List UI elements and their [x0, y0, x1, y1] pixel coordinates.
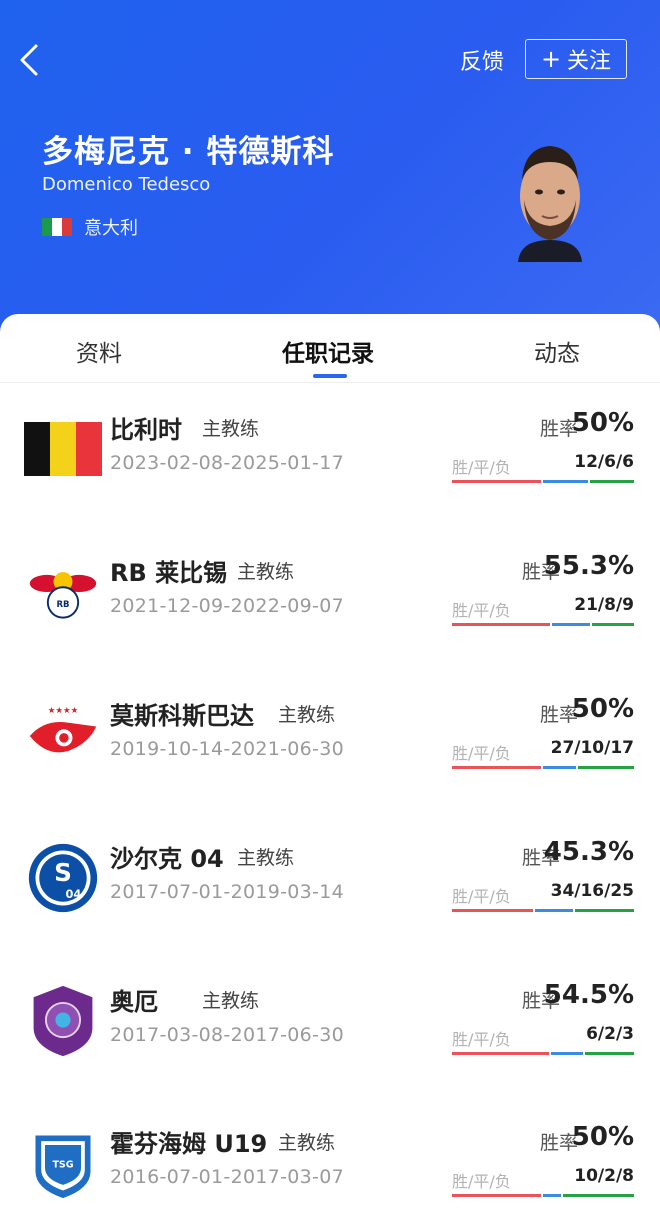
win-rate-value: 50% [571, 1122, 634, 1152]
role-label: 主教练 [278, 1132, 336, 1154]
team-name: 比利时 [110, 416, 182, 444]
win-rate-value: 55.3% [543, 551, 634, 581]
svg-text:★★★★: ★★★★ [48, 706, 79, 716]
tenure-dates: 2021-12-09-2022-09-07 [110, 595, 344, 617]
loss-segment [577, 766, 634, 769]
coach-header: 反馈 + 关注 多梅尼克 · 特德斯科 Domenico Tedesco 意大利 [0, 0, 660, 340]
loss-segment [591, 623, 634, 626]
rb-leipzig-logo-icon: RB [24, 553, 102, 631]
tenure-dates: 2019-10-14-2021-06-30 [110, 738, 344, 760]
win-rate-value: 50% [571, 408, 634, 438]
draw-segment [543, 480, 588, 483]
role-label: 主教练 [202, 418, 260, 440]
loss-segment [562, 1194, 634, 1197]
wdl-label: 胜/平/负 [452, 744, 511, 763]
tenure-dates: 2017-03-08-2017-06-30 [110, 1024, 344, 1046]
follow-button[interactable]: + 关注 [525, 39, 627, 79]
draw-segment [552, 623, 590, 626]
spartak-moscow-logo-icon: ★★★★ [24, 696, 102, 774]
wdl-value: 10/2/8 [574, 1166, 634, 1186]
role-label: 主教练 [237, 561, 295, 583]
avatar [518, 146, 582, 262]
tenure-dates: 2017-07-01-2019-03-14 [110, 881, 344, 903]
wdl-value: 27/10/17 [550, 738, 634, 758]
schalke-04-logo-icon: S 04 [24, 839, 102, 917]
win-segment [452, 909, 533, 912]
wdl-bar [452, 623, 634, 626]
draw-segment [534, 909, 573, 912]
coach-name-cn: 多梅尼克 · 特德斯科 [42, 134, 335, 170]
win-segment [452, 480, 541, 483]
team-name: 霍芬海姆 U19 [110, 1130, 268, 1158]
nationality: 意大利 [42, 214, 138, 240]
plus-icon: + [540, 45, 562, 73]
wdl-label: 胜/平/负 [452, 1172, 511, 1191]
role-label: 主教练 [237, 847, 295, 869]
tenure-dates: 2016-07-01-2017-03-07 [110, 1166, 344, 1188]
win-rate-value: 50% [571, 694, 634, 724]
tab-news[interactable]: 动态 [534, 334, 580, 368]
divider [0, 382, 660, 383]
win-rate-value: 45.3% [543, 837, 634, 867]
tenure-dates: 2023-02-08-2025-01-17 [110, 452, 344, 474]
win-segment [452, 766, 541, 769]
wdl-label: 胜/平/负 [452, 887, 511, 906]
draw-segment [543, 1194, 561, 1197]
team-name: 莫斯科斯巴达 [110, 702, 254, 730]
role-label: 主教练 [278, 704, 336, 726]
wdl-value: 34/16/25 [550, 881, 634, 901]
coach-name-en: Domenico Tedesco [42, 174, 211, 195]
win-segment [452, 1194, 541, 1197]
belgium-flag-icon [24, 410, 102, 488]
svg-text:RB: RB [56, 600, 69, 610]
team-name: 奥厄 [110, 988, 158, 1016]
follow-label: 关注 [567, 49, 612, 74]
back-button[interactable] [18, 42, 48, 78]
career-record[interactable]: 比利时 主教练 2023-02-08-2025-01-17 胜率 50% 胜/平/负 12/… [0, 408, 660, 552]
italy-flag-icon [42, 218, 72, 236]
loss-segment [589, 480, 634, 483]
draw-segment [551, 1052, 584, 1055]
wdl-value: 6/2/3 [586, 1024, 634, 1044]
career-record[interactable]: RB RB 莱比锡 主教练 2021-12-09-2022-09-07 胜率 55.3%… [0, 551, 660, 695]
active-tab-indicator [313, 374, 347, 378]
team-name: 沙尔克 04 [110, 845, 224, 873]
tab-bar: 资料 任职记录 动态 [0, 314, 660, 384]
career-record[interactable]: 奥厄 主教练 2017-03-08-2017-06-30 胜率 54.5% 胜/平/负 6/… [0, 980, 660, 1124]
wdl-bar [452, 909, 634, 912]
team-name: RB 莱比锡 [110, 559, 228, 587]
wdl-bar [452, 766, 634, 769]
wdl-bar [452, 1194, 634, 1197]
wdl-label: 胜/平/负 [452, 1030, 511, 1049]
hoffenheim-logo-icon: TSG [24, 1124, 102, 1202]
svg-text:S: S [54, 858, 72, 887]
feedback-button[interactable]: 反馈 [460, 44, 504, 76]
win-segment [452, 1052, 550, 1055]
career-record[interactable]: ★★★★ 莫斯科斯巴达 主教练 2019-10-14-2021-06-30 胜率 50%… [0, 694, 660, 838]
erzgebirge-aue-logo-icon [24, 982, 102, 1060]
wdl-value: 21/8/9 [574, 595, 634, 615]
svg-text:TSG: TSG [52, 1160, 73, 1171]
wdl-label: 胜/平/负 [452, 601, 511, 620]
wdl-value: 12/6/6 [574, 452, 634, 472]
tab-profile[interactable]: 资料 [76, 334, 122, 368]
role-label: 主教练 [202, 990, 260, 1012]
draw-segment [543, 766, 576, 769]
wdl-bar [452, 480, 634, 483]
loss-segment [585, 1052, 634, 1055]
tab-career[interactable]: 任职记录 [282, 334, 374, 368]
win-rate-value: 54.5% [543, 980, 634, 1010]
svg-text:04: 04 [66, 887, 82, 901]
loss-segment [574, 909, 634, 912]
wdl-label: 胜/平/负 [452, 458, 511, 477]
wdl-bar [452, 1052, 634, 1055]
career-record[interactable]: S 04 沙尔克 04 主教练 2017-07-01-2019-03-14 胜率 45.… [0, 837, 660, 981]
win-segment [452, 623, 551, 626]
career-record[interactable]: TSG 霍芬海姆 U19 主教练 2016-07-01-2017-03-07 胜率 50… [0, 1122, 660, 1223]
chevron-left-icon [20, 44, 38, 76]
nationality-label: 意大利 [84, 218, 138, 239]
